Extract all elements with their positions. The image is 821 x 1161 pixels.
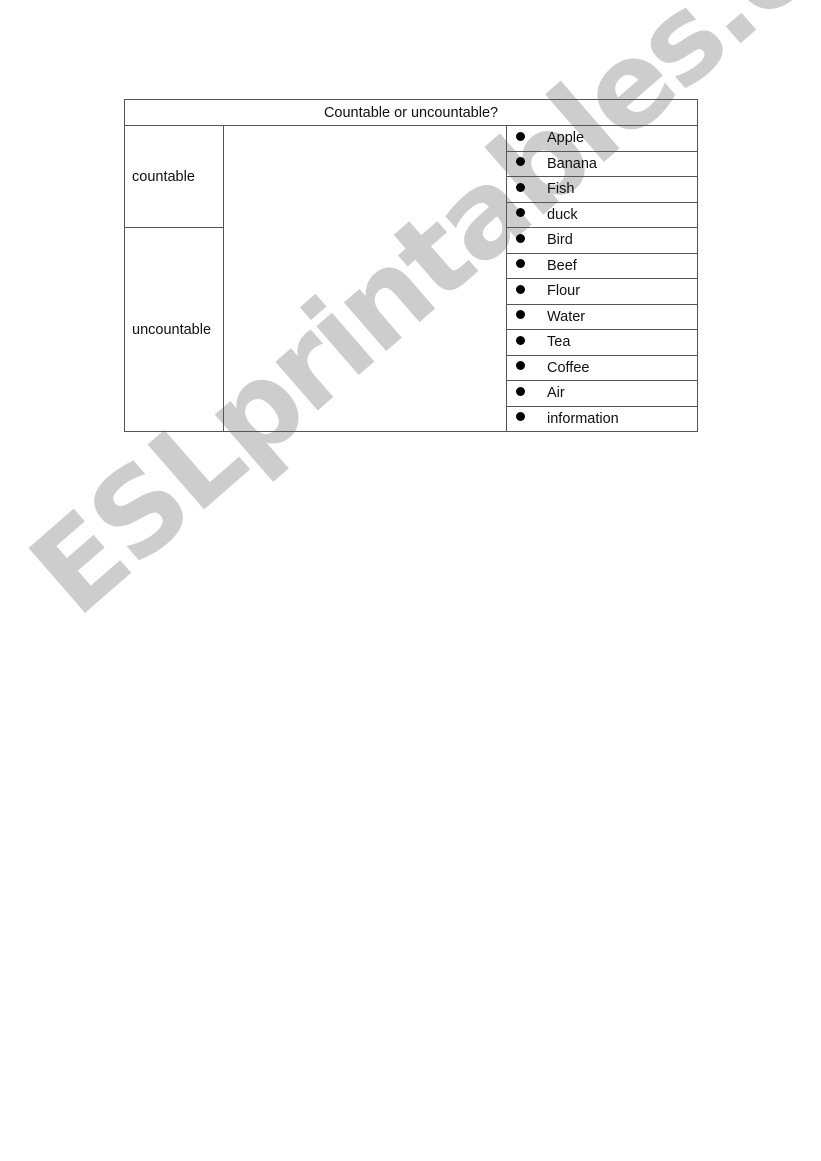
word-item: duck — [505, 201, 699, 228]
word-label: information — [547, 410, 619, 427]
bullet-icon — [516, 182, 525, 192]
word-label: Bird — [547, 232, 573, 249]
word-label: duck — [547, 206, 578, 223]
word-item: Tea — [505, 329, 699, 356]
word-item: Fish — [505, 176, 699, 203]
word-item: Banana — [505, 150, 699, 177]
countable-uncountable-table: Countable or uncountable? countable Appl… — [123, 99, 699, 432]
bullet-icon — [516, 233, 525, 243]
bullet-icon — [516, 208, 525, 218]
bullet-icon — [516, 284, 525, 294]
word-label: Banana — [547, 155, 597, 172]
word-item: information — [505, 405, 699, 432]
word-item: Air — [505, 380, 699, 407]
bullet-icon — [516, 361, 525, 371]
word-item: Beef — [505, 252, 699, 279]
word-item: Apple — [505, 125, 699, 152]
bullet-icon — [516, 131, 525, 141]
word-label: Water — [547, 308, 586, 325]
word-label: Coffee — [547, 359, 590, 376]
bullet-icon — [516, 157, 525, 167]
category-uncountable: uncountable — [124, 227, 224, 432]
word-label: Beef — [547, 257, 577, 274]
word-label: Air — [547, 385, 565, 402]
word-item: Bird — [505, 227, 699, 254]
bullet-icon — [516, 412, 525, 422]
bullet-icon — [516, 386, 525, 396]
word-item: Coffee — [505, 354, 699, 381]
word-label: Fish — [547, 181, 575, 198]
word-item: Water — [505, 303, 699, 330]
word-label: Tea — [547, 334, 571, 351]
word-item: Flour — [505, 278, 699, 305]
worksheet-page: ESLprintables.com Countable or uncountab… — [0, 0, 821, 1161]
answer-area[interactable] — [223, 125, 507, 432]
bullet-icon — [516, 335, 525, 345]
word-label: Flour — [547, 283, 581, 300]
bullet-icon — [516, 310, 525, 320]
category-countable: countable — [124, 125, 224, 228]
bullet-icon — [516, 259, 525, 269]
word-label: Apple — [547, 130, 585, 147]
table-title: Countable or uncountable? — [123, 99, 699, 126]
